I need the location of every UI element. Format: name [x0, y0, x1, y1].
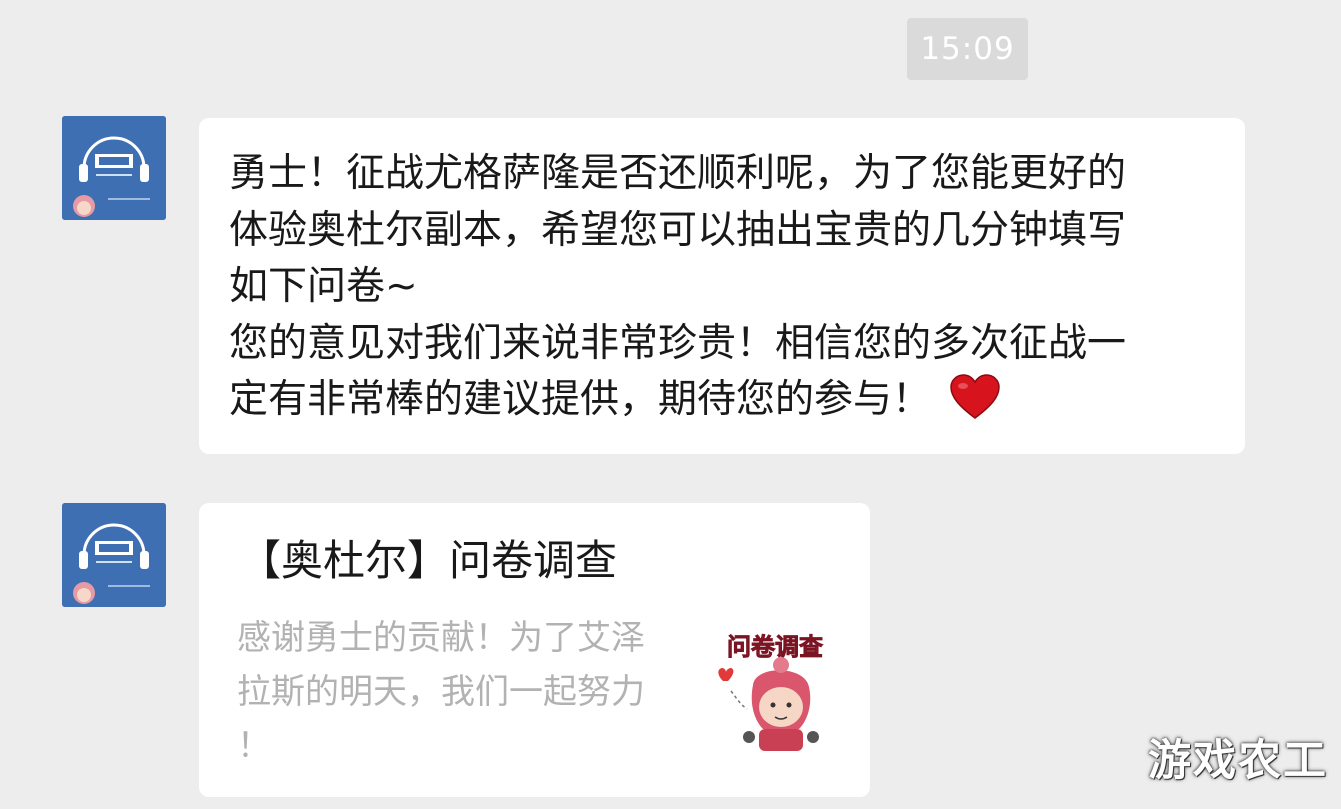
sender-avatar[interactable]: [62, 116, 166, 220]
survey-mascot-icon: 问卷调查: [718, 633, 823, 751]
message-bubble[interactable]: 勇士！征战尤格萨隆是否还顺利呢，为了您能更好的 体验奥杜尔副本，希望您可以抽出宝…: [199, 118, 1245, 454]
heart-icon: [950, 374, 1000, 419]
headset-logo-icon: [62, 503, 166, 607]
thumbnail-caption: 问卷调查: [727, 633, 823, 661]
link-card-title: 【奥杜尔】问卷调查: [239, 536, 618, 585]
headset-logo-icon: [62, 116, 166, 220]
link-card[interactable]: 【奥杜尔】问卷调查 感谢勇士的贡献！为了艾泽 拉斯的明天，我们一起努力 ！ 问卷…: [199, 503, 870, 797]
message-text: 勇士！征战尤格萨隆是否还顺利呢，为了您能更好的 体验奥杜尔副本，希望您可以抽出宝…: [229, 146, 1229, 429]
watermark-text: 游戏农工: [1148, 736, 1328, 786]
message-timestamp: 15:09: [907, 18, 1028, 80]
sender-avatar[interactable]: [62, 503, 166, 607]
link-card-description: 感谢勇士的贡献！为了艾泽 拉斯的明天，我们一起努力 ！: [237, 618, 645, 766]
